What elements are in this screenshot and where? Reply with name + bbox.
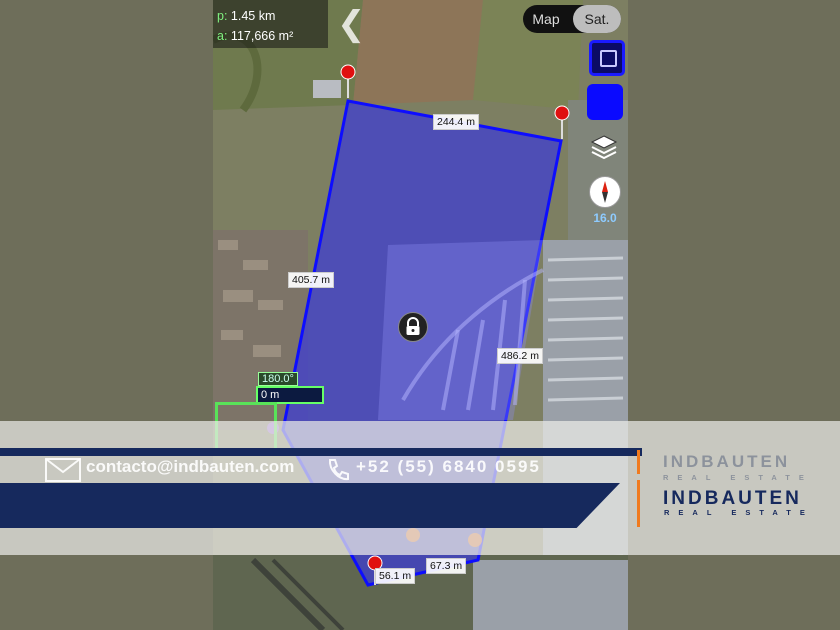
measure-right-edge: 486.2 m: [497, 348, 543, 364]
zoom-level: 16.0: [593, 211, 617, 225]
banner-navy-band: [0, 483, 620, 528]
area-key: a:: [217, 29, 228, 43]
satellite-option[interactable]: Sat.: [573, 5, 621, 33]
logo-ghost-text: INDBAUTEN: [663, 452, 791, 471]
measure-top-edge: 244.4 m: [433, 114, 479, 130]
mail-icon: [45, 458, 81, 487]
logo-accent-line-top: [637, 450, 640, 474]
logo-ghost-sub: REAL ESTATE: [663, 473, 813, 482]
compass-icon[interactable]: [589, 176, 621, 208]
perimeter-value: 1.45 km: [230, 9, 276, 23]
angle-degrees: 180.0°: [258, 372, 298, 386]
company-logo-subtitle: REAL ESTATE: [664, 508, 814, 517]
square-outline-icon: [600, 50, 617, 67]
company-logo-text: INDBAUTEN: [663, 488, 802, 509]
layers-icon[interactable]: [590, 134, 618, 165]
banner-stripe: [0, 448, 642, 456]
lock-icon[interactable]: [398, 312, 428, 342]
phone-icon: [325, 457, 351, 488]
map-option[interactable]: Map: [523, 5, 569, 33]
map-type-toggle[interactable]: Map Sat.: [523, 5, 621, 33]
shape-select-button[interactable]: [589, 40, 625, 76]
contact-email[interactable]: contacto@indbauten.com: [86, 457, 294, 477]
measurement-stats-panel: p: 1.45 km a: 117,666 m²: [213, 0, 328, 48]
fill-color-button[interactable]: [587, 84, 623, 120]
measure-bottom-right: 67.3 m: [426, 558, 467, 574]
logo-accent-line: [637, 480, 640, 527]
contact-phone[interactable]: +52 (55) 6840 0595: [356, 457, 541, 477]
measure-left-edge: 405.7 m: [288, 272, 334, 288]
perimeter-row: p: 1.45 km: [217, 9, 275, 23]
measure-bottom-left: 56.1 m: [375, 568, 416, 584]
area-value: 117,666 m²: [230, 29, 294, 43]
chevron-left-icon[interactable]: ❮: [337, 4, 366, 44]
area-row: a: 117,666 m²: [217, 29, 293, 43]
perimeter-key: p:: [217, 9, 228, 23]
